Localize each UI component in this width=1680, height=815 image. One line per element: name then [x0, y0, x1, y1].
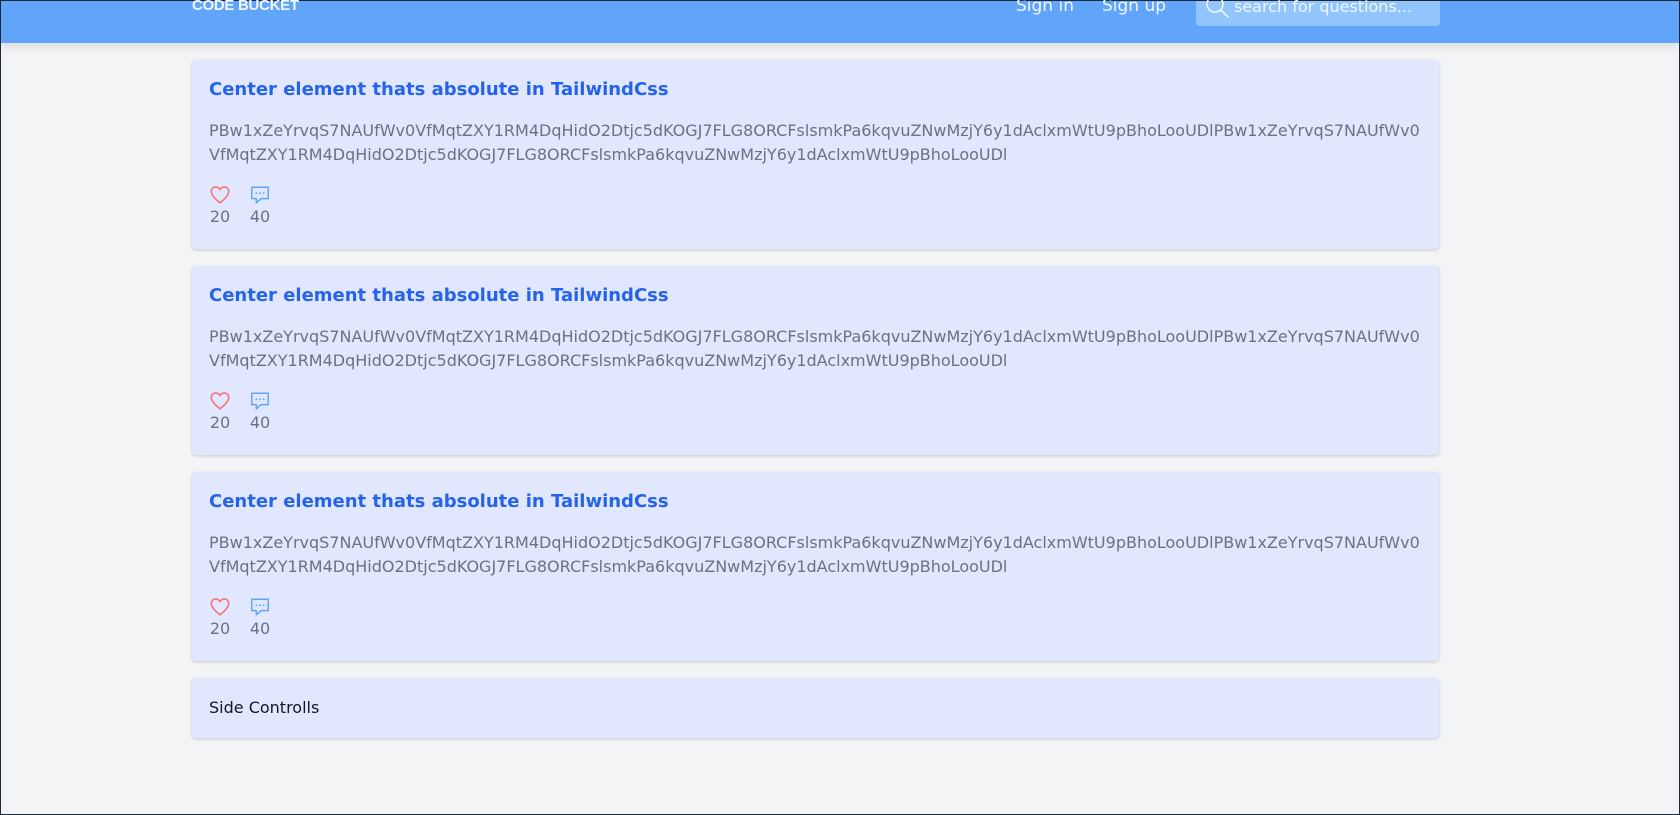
- sign-up-link[interactable]: Sign up: [1102, 0, 1166, 16]
- brand-logo[interactable]: CODE BUCKET: [192, 0, 299, 14]
- question-card: Center element thats absolute in Tailwin…: [192, 60, 1439, 249]
- question-title[interactable]: Center element thats absolute in Tailwin…: [209, 284, 1422, 308]
- top-navbar: CODE BUCKET Sign in Sign up: [1, 0, 1679, 43]
- comment-count: 40: [249, 413, 271, 432]
- question-stats: 20 40: [209, 596, 1422, 639]
- question-stats: 20 40: [209, 390, 1422, 433]
- heart-icon[interactable]: [209, 596, 231, 618]
- like-stat[interactable]: 20: [209, 390, 231, 433]
- heart-icon[interactable]: [209, 184, 231, 206]
- sign-in-link[interactable]: Sign in: [1016, 0, 1074, 16]
- comment-stat[interactable]: 40: [249, 596, 271, 639]
- question-card: Center element thats absolute in Tailwin…: [192, 472, 1439, 661]
- comment-stat[interactable]: 40: [249, 184, 271, 227]
- like-count: 20: [209, 207, 231, 226]
- question-card: Center element thats absolute in Tailwin…: [192, 266, 1439, 455]
- like-count: 20: [209, 413, 231, 432]
- question-title[interactable]: Center element thats absolute in Tailwin…: [209, 78, 1422, 102]
- side-controls-panel: Side Controlls: [192, 678, 1439, 738]
- question-body: PBw1xZeYrvqS7NAUfWv0VfMqtZXY1RM4DqHidO2D…: [209, 533, 1420, 576]
- like-stat[interactable]: 20: [209, 596, 231, 639]
- heart-icon[interactable]: [209, 390, 231, 412]
- question-stats: 20 40: [209, 184, 1422, 227]
- chat-bubble-icon[interactable]: [249, 184, 271, 206]
- question-title[interactable]: Center element thats absolute in Tailwin…: [209, 490, 1422, 514]
- question-body: PBw1xZeYrvqS7NAUfWv0VfMqtZXY1RM4DqHidO2D…: [209, 327, 1420, 370]
- question-body: PBw1xZeYrvqS7NAUfWv0VfMqtZXY1RM4DqHidO2D…: [209, 121, 1420, 164]
- chat-bubble-icon[interactable]: [249, 596, 271, 618]
- search-box[interactable]: [1196, 0, 1440, 26]
- comment-count: 40: [249, 619, 271, 638]
- question-feed: Center element thats absolute in Tailwin…: [192, 60, 1439, 738]
- like-count: 20: [209, 619, 231, 638]
- comment-count: 40: [249, 207, 271, 226]
- search-input[interactable]: [1234, 0, 1434, 18]
- side-controls-label: Side Controlls: [209, 698, 320, 717]
- comment-stat[interactable]: 40: [249, 390, 271, 433]
- search-icon: [1206, 0, 1229, 18]
- chat-bubble-icon[interactable]: [249, 390, 271, 412]
- like-stat[interactable]: 20: [209, 184, 231, 227]
